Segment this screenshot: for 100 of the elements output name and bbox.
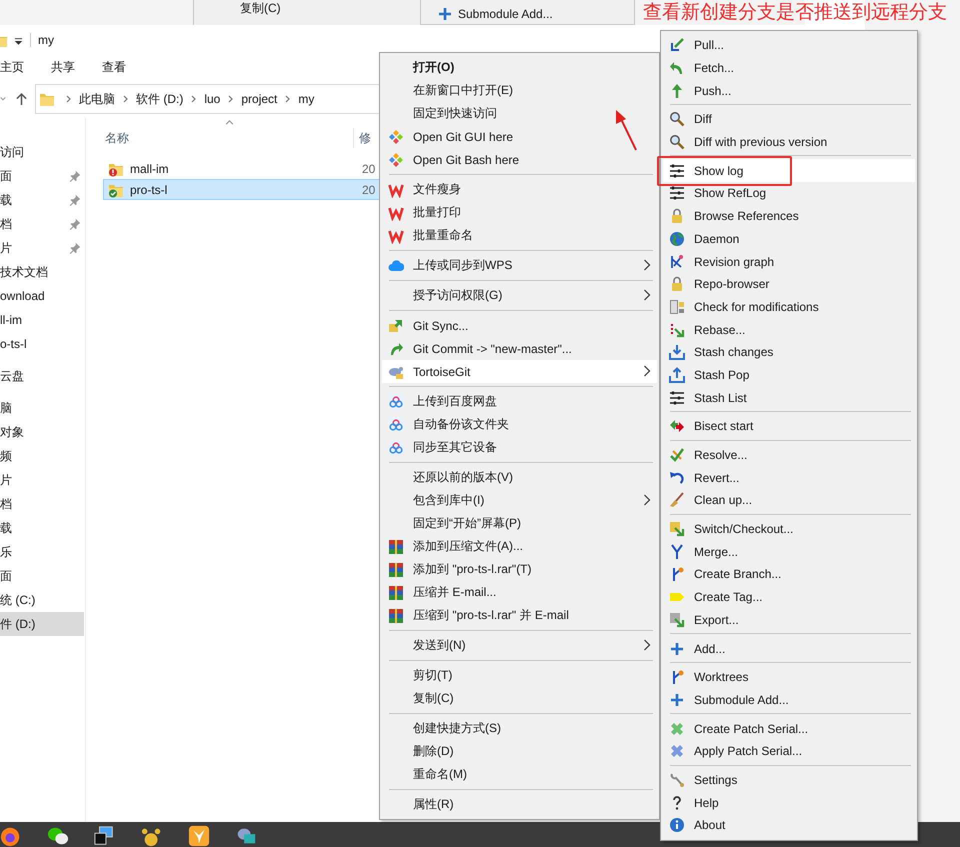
menu-item[interactable]: Show RefLog: [663, 182, 915, 205]
menu-item[interactable]: Submodule Add...: [421, 6, 634, 22]
menu-item[interactable]: Stash Pop: [663, 364, 915, 386]
menu-item[interactable]: Bisect start: [663, 415, 915, 438]
menu-item[interactable]: 上传到百度网盘: [382, 390, 657, 413]
menu-item[interactable]: 剪切(T): [382, 664, 657, 687]
nav-item[interactable]: 云盘: [0, 364, 85, 388]
menu-item[interactable]: 压缩并 E-mail...: [382, 581, 657, 604]
nav-item[interactable]: 脑: [0, 396, 85, 420]
menu-item[interactable]: 批量打印: [382, 201, 657, 224]
menu-item[interactable]: 复制(C): [194, 0, 420, 16]
menu-item[interactable]: 添加到 "pro-ts-l.rar"(T): [382, 558, 657, 581]
menu-item[interactable]: Browse References: [663, 204, 915, 228]
nav-item[interactable]: 频: [0, 444, 85, 468]
menu-item[interactable]: 还原以前的版本(V): [382, 466, 657, 489]
menu-item[interactable]: Submodule Add...: [663, 688, 915, 712]
menu-item[interactable]: 发送到(N): [382, 634, 657, 657]
nav-item[interactable]: 对象: [0, 420, 85, 444]
nav-item[interactable]: o-ts-l: [0, 332, 85, 356]
menu-item[interactable]: 创建快捷方式(S): [382, 717, 657, 740]
menu-item[interactable]: Fetch...: [663, 56, 915, 80]
menu-item[interactable]: 添加到压缩文件(A)...: [382, 535, 657, 558]
menu-item[interactable]: Help: [663, 791, 915, 814]
menu-item[interactable]: Rebase...: [663, 318, 915, 341]
menu-item[interactable]: Pull...: [663, 34, 915, 57]
chat-bubbles-icon[interactable]: [47, 825, 69, 847]
nav-item[interactable]: 档: [0, 492, 85, 516]
menu-item[interactable]: Add...: [663, 637, 915, 660]
menu-item[interactable]: 在新窗口中打开(E): [382, 79, 657, 102]
menu-item[interactable]: Switch/Checkout...: [663, 518, 915, 540]
nav-item[interactable]: 片: [0, 236, 85, 260]
caret-icon[interactable]: [14, 36, 23, 44]
nav-item[interactable]: 访问: [0, 140, 85, 164]
menu-item[interactable]: Merge...: [663, 540, 915, 564]
menu-item[interactable]: 属性(R): [382, 793, 657, 816]
menu-item[interactable]: 包含到库中(I): [382, 489, 657, 512]
menu-item[interactable]: Open Git GUI here: [382, 125, 657, 148]
nav-item[interactable]: 档: [0, 212, 85, 236]
menu-item[interactable]: Revision graph: [663, 250, 915, 273]
column-header[interactable]: 名称: [102, 128, 354, 148]
menu-item[interactable]: 压缩到 "pro-ts-l.rar" 并 E-mail: [382, 604, 657, 627]
menu-item[interactable]: Push...: [663, 79, 915, 102]
menu-item[interactable]: Diff: [663, 108, 915, 131]
menu-item[interactable]: Apply Patch Serial...: [663, 740, 915, 763]
menu-item[interactable]: Create Patch Serial...: [663, 717, 915, 740]
breadcrumb[interactable]: luo: [204, 92, 220, 106]
breadcrumb[interactable]: my: [298, 92, 314, 106]
nav-item[interactable]: 件 (D:): [0, 612, 84, 636]
nav-item[interactable]: ll-im: [0, 308, 85, 332]
nav-item[interactable]: 片: [0, 468, 85, 492]
nav-item[interactable]: 载: [0, 188, 85, 212]
menu-item[interactable]: Git Commit -> "new-master"...: [382, 337, 657, 360]
menu-item[interactable]: 复制(C): [382, 687, 657, 710]
menu-item[interactable]: Worktrees: [663, 666, 915, 689]
menu-item[interactable]: 打开(O): [382, 56, 657, 79]
menu-item[interactable]: Repo-browser: [663, 272, 915, 296]
menu-item[interactable]: Stash changes: [663, 340, 915, 364]
nav-item[interactable]: 技术文档: [0, 260, 85, 284]
nav-item[interactable]: ownload: [0, 284, 85, 308]
monitor-icon[interactable]: [94, 825, 116, 847]
breadcrumb[interactable]: project: [241, 92, 278, 106]
column-header[interactable]: 修: [354, 130, 371, 146]
menu-item[interactable]: Stash List: [663, 386, 915, 409]
menu-item[interactable]: Create Branch...: [663, 563, 915, 586]
menu-item[interactable]: 批量重命名: [382, 224, 657, 247]
arrow-icon: [669, 82, 685, 99]
menu-item[interactable]: Daemon: [663, 228, 915, 250]
menu-item[interactable]: Git Sync...: [382, 314, 657, 337]
breadcrumb[interactable]: 软件 (D:): [136, 90, 184, 108]
ribbon-tab[interactable]: 共享: [51, 59, 75, 76]
menu-item[interactable]: Settings: [663, 768, 915, 792]
bird-icon[interactable]: [188, 825, 210, 847]
menu-item[interactable]: 自动备份该文件夹: [382, 413, 657, 436]
menu-item[interactable]: TortoiseGit: [382, 360, 657, 383]
menu-item[interactable]: 固定到快速访问: [382, 102, 657, 125]
menu-item[interactable]: 重命名(M): [382, 763, 657, 786]
menu-item[interactable]: About: [663, 814, 915, 837]
menu-item[interactable]: 固定到“开始”屏幕(P): [382, 512, 657, 535]
nav-item[interactable]: 统 (C:): [0, 588, 85, 612]
menu-item[interactable]: Diff with previous version: [663, 130, 915, 154]
menu-item[interactable]: Check for modifications: [663, 296, 915, 318]
menu-item[interactable]: Export...: [663, 608, 915, 632]
annotation-text: 查看新创建分支是否推送到远程分支: [643, 2, 947, 24]
menu-item[interactable]: 删除(D): [382, 740, 657, 763]
breadcrumb[interactable]: 此电脑: [79, 90, 115, 108]
menu-item[interactable]: Create Tag...: [663, 586, 915, 608]
nav-item[interactable]: 乐: [0, 540, 85, 564]
up-arrow-icon[interactable]: [16, 92, 27, 106]
menu-item[interactable]: 授予访问权限(G): [382, 284, 657, 307]
menu-item[interactable]: Resolve...: [663, 444, 915, 466]
ribbon-tab[interactable]: 主页: [0, 59, 24, 76]
menu-item[interactable]: 同步至其它设备: [382, 436, 657, 459]
nav-item[interactable]: 面: [0, 564, 85, 588]
menu-item[interactable]: Show log: [663, 159, 915, 182]
ribbon-tab[interactable]: 查看: [102, 59, 126, 76]
nav-item[interactable]: 载: [0, 516, 85, 540]
menu-item[interactable]: 上传或同步到WPS: [382, 254, 657, 277]
nav-item[interactable]: 面: [0, 164, 85, 188]
menu-item[interactable]: Clean up...: [663, 489, 915, 512]
menu-item[interactable]: Revert...: [663, 466, 915, 490]
